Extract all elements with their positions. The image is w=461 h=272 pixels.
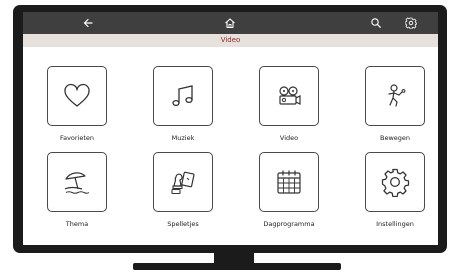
page-title: Video — [23, 34, 438, 47]
tile-label-bewegen: Bewegen — [379, 134, 411, 142]
tile-dagprogramma[interactable] — [259, 152, 319, 212]
game-pieces-icon — [171, 171, 195, 195]
film-projector-icon — [279, 86, 301, 105]
arrow-left-icon — [83, 18, 93, 28]
tile-label-favorieten: Favorieten — [59, 134, 95, 142]
back-button[interactable] — [79, 14, 97, 32]
tile-label-instellingen: Instellingen — [376, 220, 414, 228]
tile-label-video: Video — [279, 134, 299, 142]
beach-umbrella-icon — [64, 172, 90, 194]
gear-icon — [381, 168, 410, 197]
home-button[interactable] — [221, 14, 239, 32]
tile-spelletjes[interactable] — [153, 152, 213, 212]
tile-label-thema: Thema — [65, 220, 89, 228]
settings-button[interactable] — [402, 14, 420, 32]
person-exercising-icon — [388, 84, 406, 107]
tv-stand-neck — [214, 253, 254, 263]
tile-favorieten[interactable] — [47, 66, 107, 126]
tile-label-dagprogramma: Dagprogramma — [263, 220, 315, 228]
music-note-icon — [172, 85, 193, 107]
tile-instellingen[interactable] — [365, 152, 425, 212]
tv-stand-base — [133, 263, 341, 270]
tv-screen: Video Favorieten Muziek Video Bewegen Th… — [23, 12, 438, 245]
calendar-icon — [277, 170, 301, 194]
tile-label-muziek: Muziek — [171, 134, 195, 142]
gear-icon — [405, 17, 417, 29]
search-button[interactable] — [367, 14, 385, 32]
tile-video[interactable] — [259, 66, 319, 126]
tile-label-spelletjes: Spelletjes — [167, 220, 199, 228]
heart-icon — [64, 83, 90, 107]
search-icon — [371, 18, 381, 28]
tile-muziek[interactable] — [153, 66, 213, 126]
tile-bewegen[interactable] — [365, 66, 425, 126]
home-icon — [225, 18, 235, 29]
top-bar — [23, 12, 438, 34]
tile-thema[interactable] — [47, 152, 107, 212]
